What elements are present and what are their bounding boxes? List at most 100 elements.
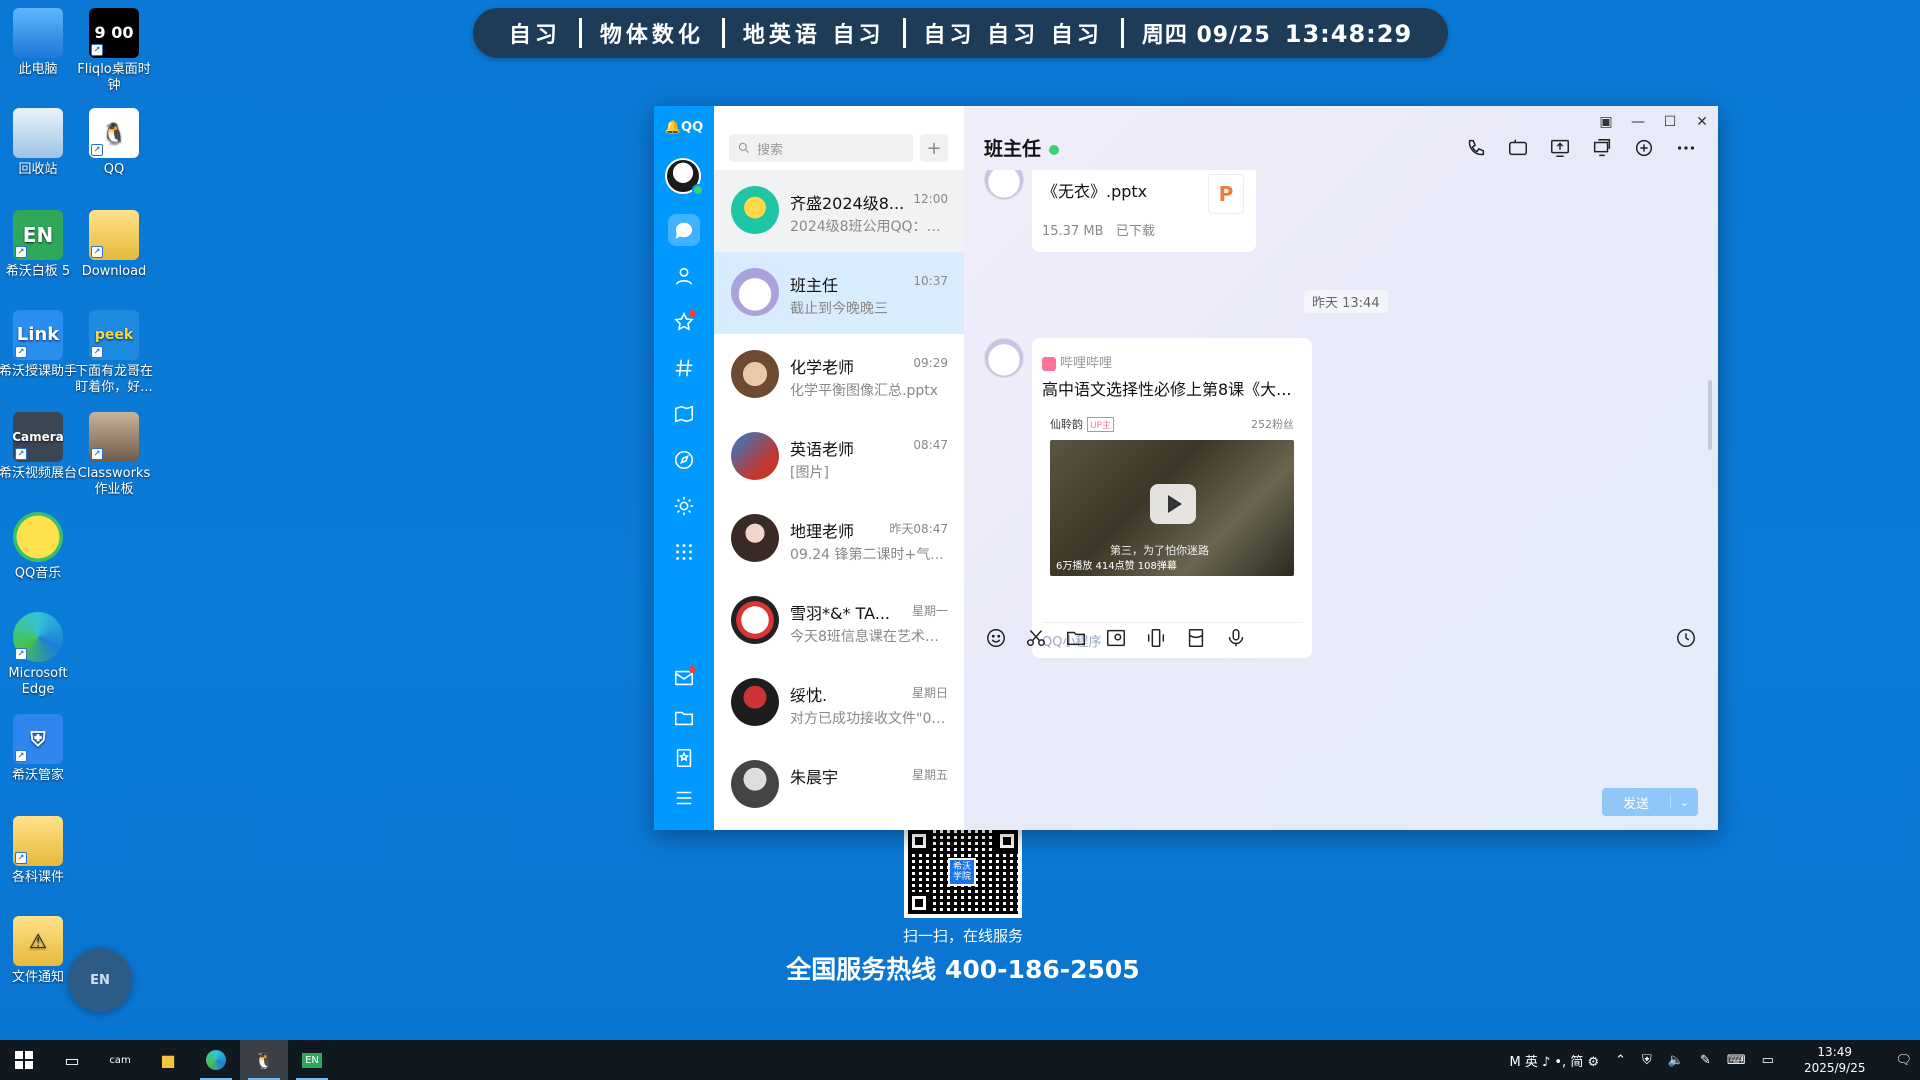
input-toolbar xyxy=(982,624,1250,652)
search-box[interactable]: 搜索 xyxy=(729,134,913,162)
taskbar-date: 2025/9/25 xyxy=(1803,1061,1866,1075)
desktop-icon-camera[interactable]: Camera ↗ 希沃视频展台 xyxy=(0,412,78,482)
edge-icon xyxy=(206,1050,226,1070)
voice-button[interactable] xyxy=(1222,624,1250,652)
desktop-icon-seewo-manager[interactable]: ⛨ ↗ 希沃管家 xyxy=(0,714,78,784)
conversation-item[interactable]: 绥忱. 星期日 对方已成功接收文件"09... xyxy=(714,662,964,744)
conversation-item[interactable]: 班主任 10:37 截止到今晚晚三 xyxy=(714,252,964,334)
desktop-icon-classworks[interactable]: ↗ Classworks作业板 xyxy=(74,412,154,498)
desktop-icon-download[interactable]: ↗ Download xyxy=(74,210,154,280)
more-button[interactable] xyxy=(1672,134,1700,162)
sender-avatar[interactable] xyxy=(984,170,1024,200)
close-button[interactable]: ✕ xyxy=(1686,110,1718,134)
nav-apps[interactable] xyxy=(668,536,700,568)
nav-bookmarks[interactable] xyxy=(668,742,700,774)
desktop-icon-recycle-bin[interactable]: 回收站 xyxy=(0,108,78,178)
nav-favorites[interactable] xyxy=(668,306,700,338)
voice-call-button[interactable] xyxy=(1462,134,1490,162)
nav-menu[interactable] xyxy=(668,782,700,814)
nav-messages[interactable] xyxy=(668,214,700,246)
conversation-item[interactable]: 英语老师 08:47 [图片] xyxy=(714,416,964,498)
desktop-icon-courseware[interactable]: ↗ 各科课件 xyxy=(0,816,78,886)
minimize-button[interactable]: — xyxy=(1622,110,1654,134)
nav-files[interactable] xyxy=(668,702,700,734)
desktop-icon-qq-music[interactable]: QQ音乐 xyxy=(0,512,78,582)
task-view-button[interactable]: ▭ xyxy=(48,1040,96,1080)
desktop-icon-seewo-whiteboard[interactable]: EN ↗ 希沃白板 5 xyxy=(0,210,78,280)
conversation-preview: 截止到今晚晚三 xyxy=(790,301,888,317)
sender-avatar[interactable] xyxy=(984,338,1024,378)
file-button[interactable] xyxy=(1062,624,1090,652)
conversation-item[interactable]: 齐盛2024级8... 12:00 2024级8班公用QQ：作... xyxy=(714,170,964,252)
taskbar-time: 13:49 xyxy=(1817,1045,1853,1059)
taskbar-seewo-whiteboard[interactable]: EN xyxy=(288,1040,336,1080)
play-icon[interactable] xyxy=(1150,484,1196,524)
contact-avatar xyxy=(731,678,779,726)
send-button[interactable]: 发送 ⌄ xyxy=(1602,788,1698,816)
desktop-icon-fliqlo[interactable]: 9 00 ↗ Fliqlo桌面时钟 xyxy=(74,8,154,94)
send-options-chevron-icon[interactable]: ⌄ xyxy=(1670,795,1698,809)
display-icon[interactable]: ▭ xyxy=(1754,1053,1782,1068)
nav-weather[interactable] xyxy=(668,490,700,522)
person-icon xyxy=(675,267,693,285)
file-message[interactable]: 《无衣》.pptx 15.37 MB 已下载 P xyxy=(1032,170,1256,252)
emoji-button[interactable] xyxy=(982,624,1010,652)
show-hidden-icons-chevron-icon[interactable]: ⌃ xyxy=(1607,1053,1634,1068)
pen-icon[interactable]: ✎ xyxy=(1692,1053,1719,1068)
video-subtitle: 第三，为了怕你迷路 xyxy=(1110,544,1209,557)
keyboard-icon[interactable]: ⌨ xyxy=(1719,1053,1754,1068)
video-icon xyxy=(1509,139,1527,156)
red-packet-button[interactable] xyxy=(1182,624,1210,652)
add-member-button[interactable] xyxy=(1630,134,1658,162)
nav-mail[interactable] xyxy=(668,662,700,694)
file-name: 《无衣》.pptx xyxy=(1042,182,1148,201)
vibrate-icon xyxy=(1147,629,1165,647)
desktop-icon-qq[interactable]: 🐧 ↗ QQ xyxy=(74,108,154,178)
conversation-time: 星期五 xyxy=(911,768,948,782)
conversation-item[interactable]: 化学老师 09:29 化学平衡图像汇总.pptx xyxy=(714,334,964,416)
desktop-icon-file-notice[interactable]: ⚠ 文件通知 xyxy=(0,916,78,986)
history-button[interactable] xyxy=(1672,624,1700,652)
red-packet-icon xyxy=(1188,629,1204,647)
bilibili-share-card[interactable]: 哔哩哔哩 高中语文选择性必修上第8课《大... 仙聆韵 UP主 252粉丝 第三，… xyxy=(1032,338,1312,658)
image-button[interactable] xyxy=(1102,624,1130,652)
desktop-icon-this-pc[interactable]: 此电脑 xyxy=(0,8,78,78)
uploader-name: 仙聆韵 xyxy=(1050,418,1083,431)
input-method-indicator[interactable]: M 英 ♪ •, 简 ⚙ xyxy=(1501,1051,1607,1070)
layout-icon[interactable]: ▣ xyxy=(1590,110,1622,134)
sun-icon xyxy=(674,496,694,516)
message-scrollbar[interactable] xyxy=(1708,380,1712,450)
desktop-icon-longge[interactable]: peek ↗ 下面有龙哥在盯着你，好... xyxy=(74,310,154,396)
nav-contacts[interactable] xyxy=(668,260,700,292)
conversation-item[interactable]: 雪羽*&* TA... 星期一 今天8班信息课在艺术楼... xyxy=(714,580,964,662)
desktop-icon-edge[interactable]: ↗ Microsoft Edge xyxy=(0,612,78,698)
video-thumbnail[interactable]: 第三，为了怕你迷路 6万播放 414点赞 108弹幕 xyxy=(1050,440,1294,576)
remote-assist-button[interactable] xyxy=(1588,134,1616,162)
taskbar-edge[interactable] xyxy=(192,1040,240,1080)
start-button[interactable] xyxy=(0,1040,48,1080)
floating-en-button[interactable]: EN xyxy=(68,948,132,1012)
shake-button[interactable] xyxy=(1142,624,1170,652)
nav-channels[interactable] xyxy=(668,352,700,384)
volume-icon[interactable]: 🔈 xyxy=(1660,1053,1692,1068)
qq-logo: 🔔QQ xyxy=(664,120,704,135)
taskbar-clock[interactable]: 13:49 2025/9/25 xyxy=(1782,1044,1888,1076)
nav-discover[interactable] xyxy=(668,444,700,476)
schedule-clock: 13:48:29 xyxy=(1284,20,1413,48)
qr-logo: 希沃学院 xyxy=(948,858,976,886)
security-icon[interactable]: ⛨ xyxy=(1634,1053,1660,1068)
taskbar-qq[interactable]: 🐧 xyxy=(240,1040,288,1080)
video-call-button[interactable] xyxy=(1504,134,1532,162)
notification-icon[interactable]: 🗨 xyxy=(1887,1053,1920,1068)
taskbar-file-explorer[interactable]: ■ xyxy=(144,1040,192,1080)
taskbar-seewo-camera[interactable]: cam xyxy=(96,1040,144,1080)
conversation-item[interactable]: 朱晨宇 星期五 xyxy=(714,744,964,826)
nav-games[interactable] xyxy=(668,398,700,430)
conversation-item[interactable]: 地理老师 昨天08:47 09.24 锋第二课时+气... xyxy=(714,498,964,580)
screen-share-button[interactable] xyxy=(1546,134,1574,162)
desktop-icon-seewo-link[interactable]: Link ↗ 希沃授课助手 xyxy=(0,310,78,380)
maximize-button[interactable]: ☐ xyxy=(1654,110,1686,134)
qq-icon: 🐧 ↗ xyxy=(89,108,139,158)
add-button[interactable]: + xyxy=(920,134,948,162)
screenshot-button[interactable] xyxy=(1022,624,1050,652)
